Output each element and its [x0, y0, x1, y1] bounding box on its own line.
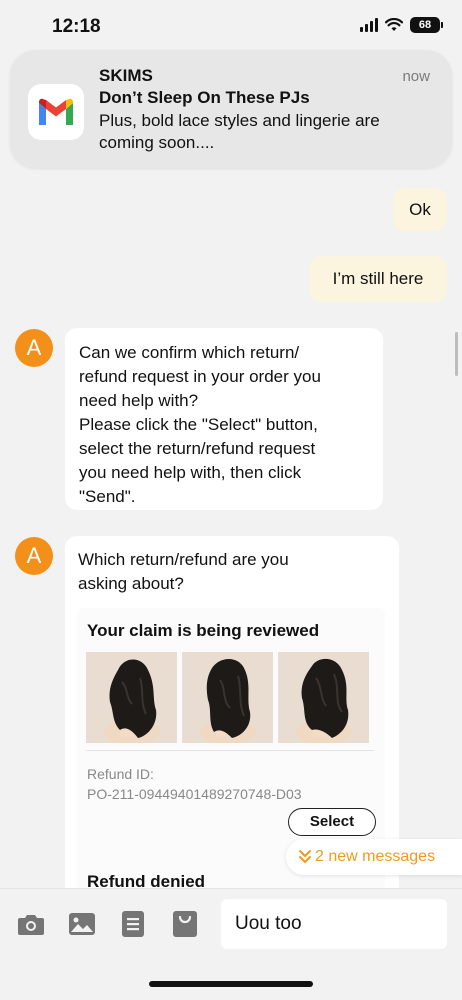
message-line: asking about?	[78, 574, 184, 593]
product-image[interactable]	[278, 652, 369, 743]
notification-time: now	[402, 68, 430, 85]
product-image[interactable]	[182, 652, 273, 743]
outgoing-message: Ok	[393, 188, 447, 231]
status-time: 12:18	[52, 16, 101, 37]
notification-title: Don’t Sleep On These PJs	[99, 88, 310, 107]
product-image[interactable]	[86, 652, 177, 743]
image-icon[interactable]	[67, 909, 97, 939]
scroll-indicator[interactable]	[455, 332, 458, 376]
new-messages-button[interactable]: 2 new messages	[286, 839, 462, 875]
product-thumbnails	[86, 652, 369, 743]
signal-icon	[360, 18, 378, 32]
wifi-icon	[385, 18, 403, 31]
claim-card[interactable]: Your claim is being reviewed Refund ID: …	[77, 608, 385, 864]
agent-avatar[interactable]: A	[15, 537, 53, 575]
claim-title: Your claim is being reviewed	[87, 621, 320, 640]
order-list-icon[interactable]	[118, 909, 148, 939]
message-line: Please click the "Select" button,	[79, 415, 318, 434]
notification-body: Plus, bold lace styles and lingerie are …	[99, 111, 380, 152]
message-line: Which return/refund are you	[78, 550, 289, 569]
double-chevron-down-icon	[299, 850, 311, 863]
select-button[interactable]: Select	[288, 808, 376, 836]
avatar-letter: A	[26, 335, 42, 360]
message-line: select the return/refund request	[79, 439, 316, 458]
status-bar: 12:18 68	[0, 0, 462, 52]
status-icons: 68	[360, 17, 443, 33]
message-line: Can we confirm which return/	[79, 343, 300, 362]
camera-icon[interactable]	[16, 909, 46, 939]
message-line: "Send".	[79, 487, 136, 506]
message-input[interactable]	[221, 899, 447, 949]
message-text: Ok	[409, 199, 431, 219]
battery-icon: 68	[410, 17, 443, 33]
agent-avatar[interactable]: A	[15, 329, 53, 367]
shopping-bag-icon[interactable]	[170, 909, 200, 939]
home-indicator[interactable]	[149, 981, 313, 987]
message-text: I’m still here	[332, 269, 424, 288]
incoming-message: Can we confirm which return/ refund requ…	[65, 328, 383, 510]
avatar-letter: A	[26, 543, 42, 568]
notification-banner[interactable]: SKIMS now Don’t Sleep On These PJs Plus,…	[10, 50, 452, 168]
message-line: refund request in your order you	[79, 367, 321, 386]
gmail-icon	[28, 84, 84, 140]
message-line: you need help with, then click	[79, 463, 302, 482]
notification-app-name: SKIMS	[99, 66, 153, 85]
refund-id: PO-211-09449401489270748-D03	[87, 786, 302, 802]
new-messages-label: 2 new messages	[315, 848, 436, 865]
outgoing-message: I’m still here	[309, 256, 447, 302]
incoming-message: Which return/refund are you asking about…	[65, 536, 399, 936]
message-line: need help with?	[79, 391, 199, 410]
divider	[86, 750, 374, 751]
